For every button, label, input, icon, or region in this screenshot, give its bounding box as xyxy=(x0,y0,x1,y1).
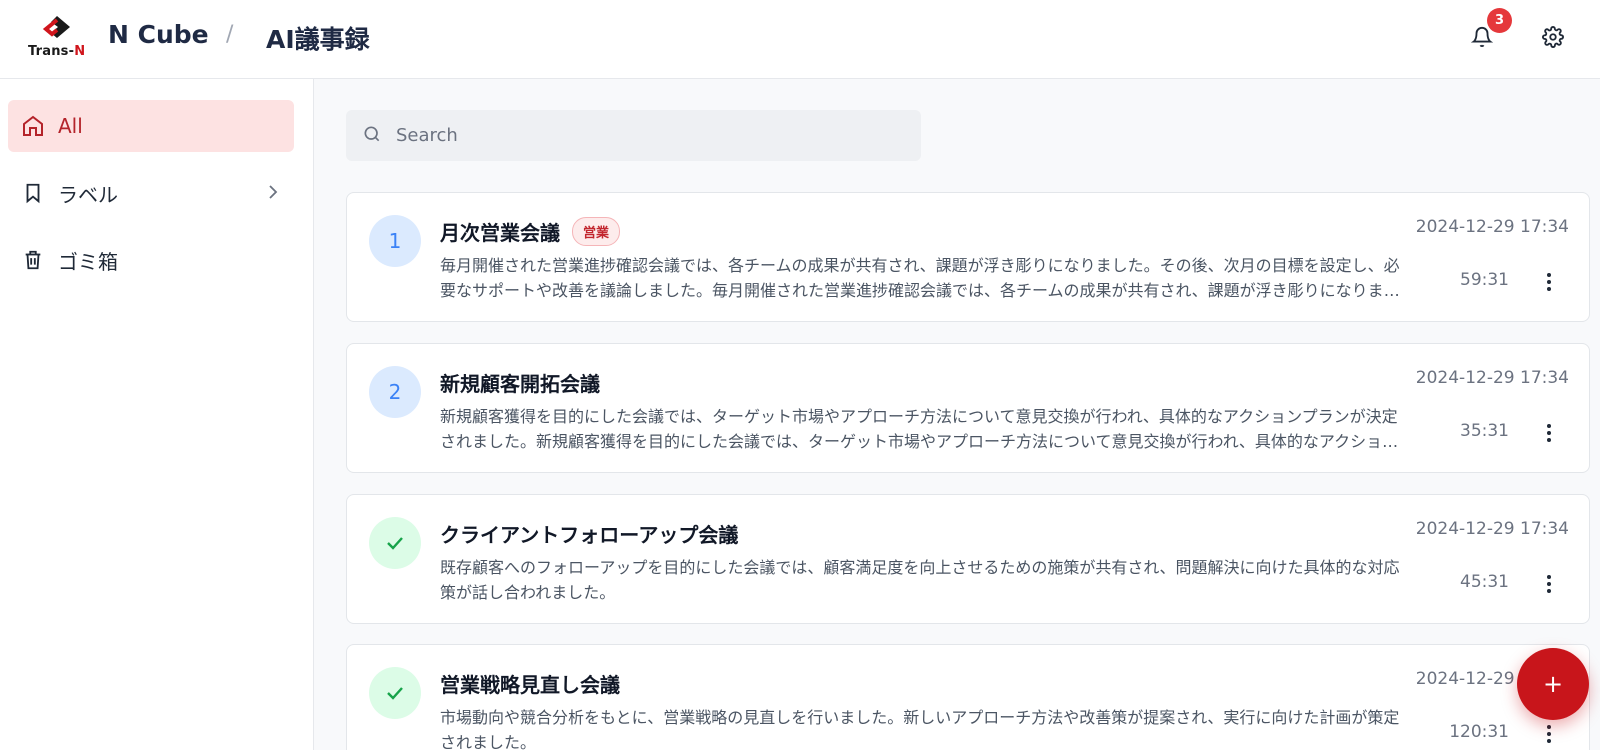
settings-button[interactable] xyxy=(1535,19,1571,55)
meeting-title-row: 営業戦略見直し会議 xyxy=(440,669,620,698)
meeting-card[interactable]: クライアントフォローアップ会議 既存顧客へのフォローアップを目的にした会議では、… xyxy=(346,494,1590,624)
meeting-date: 2024-12-29 17:34 xyxy=(1415,217,1569,237)
check-icon xyxy=(387,537,403,550)
meeting-title: 月次営業会議 xyxy=(440,221,560,245)
meeting-duration: 120:31 xyxy=(1449,722,1509,742)
meeting-title-row: クライアントフォローアップ会議 xyxy=(440,519,738,548)
add-meeting-button[interactable]: + xyxy=(1517,648,1589,720)
meeting-summary: 新規顧客獲得を目的にした会議では、ターゲット市場やアプローチ方法について意見交換… xyxy=(440,407,1399,451)
sidebar-item-trash[interactable]: ゴミ箱 xyxy=(8,234,294,286)
more-vertical-icon xyxy=(1547,725,1551,743)
sidebar-item-label: ラベル xyxy=(58,182,118,207)
sidebar-item-labels[interactable]: ラベル xyxy=(8,167,294,219)
bookmark-icon xyxy=(20,180,46,206)
meeting-title: クライアントフォローアップ会議 xyxy=(440,523,739,547)
notification-badge: 3 xyxy=(1487,8,1512,33)
meeting-duration: 59:31 xyxy=(1460,270,1509,290)
plus-icon: + xyxy=(1542,670,1564,698)
meeting-title: 新規顧客開拓会議 xyxy=(440,372,600,396)
logo-text-accent: N xyxy=(74,44,86,59)
label-tag[interactable]: 営業 xyxy=(572,217,621,246)
meeting-summary: 毎月開催された営業進捗確認会議では、各チームの成果が共有され、課題が浮き彫りにな… xyxy=(440,256,1400,300)
home-icon xyxy=(20,113,46,139)
search-icon xyxy=(362,124,382,148)
trans-n-logo[interactable]: Trans-N xyxy=(26,14,90,62)
completed-avatar xyxy=(369,517,421,569)
meeting-date: 2024-12-29 17:34 xyxy=(1415,519,1569,539)
sidebar-item-label: ゴミ箱 xyxy=(58,249,118,274)
more-vertical-icon xyxy=(1547,273,1551,291)
meeting-title: 営業戦略見直し会議 xyxy=(440,673,620,697)
page-title: AI議事録 xyxy=(266,25,370,54)
more-vertical-icon xyxy=(1547,575,1551,593)
search-input[interactable] xyxy=(396,125,896,146)
check-icon xyxy=(387,687,403,700)
more-vertical-icon xyxy=(1547,424,1551,442)
completed-avatar xyxy=(369,667,421,719)
sidebar-item-label: All xyxy=(58,114,83,138)
meeting-card[interactable]: 営業戦略見直し会議 市場動向や競合分析をもとに、営業戦略の見直しを行いました。新… xyxy=(346,644,1590,750)
meeting-number-avatar: 1 xyxy=(369,215,421,267)
more-options-button[interactable] xyxy=(1537,571,1561,597)
meeting-card[interactable]: 1 月次営業会議 営業 毎月開催された営業進捗確認会議では、各チームの成果が共有… xyxy=(346,192,1590,322)
meeting-summary: 市場動向や競合分析をもとに、営業戦略の見直しを行いました。新しいアプローチ方法や… xyxy=(440,708,1400,750)
logo-text-primary: Trans- xyxy=(28,44,75,59)
more-options-button[interactable] xyxy=(1537,269,1561,295)
meeting-duration: 45:31 xyxy=(1460,572,1509,592)
meeting-title-row: 新規顧客開拓会議 xyxy=(440,368,600,397)
meeting-card[interactable]: 2 新規顧客開拓会議 新規顧客獲得を目的にした会議では、ターゲット市場やアプロー… xyxy=(346,343,1590,473)
app-title[interactable]: N Cube xyxy=(108,20,209,49)
more-options-button[interactable] xyxy=(1537,420,1561,446)
trash-icon xyxy=(20,247,46,273)
gear-icon xyxy=(1542,26,1564,48)
meeting-date: 2024-12-29 17:34 xyxy=(1415,368,1569,388)
logo-mark-icon xyxy=(42,16,70,38)
search-bar[interactable] xyxy=(346,110,921,161)
meeting-summary: 既存顧客へのフォローアップを目的にした会議では、顧客満足度を向上させるための施策… xyxy=(440,558,1400,602)
more-options-button[interactable] xyxy=(1537,721,1561,747)
breadcrumb-separator: / xyxy=(226,22,234,47)
meeting-title-row: 月次営業会議 営業 xyxy=(440,217,621,246)
meeting-duration: 35:31 xyxy=(1460,421,1509,441)
meeting-number-avatar: 2 xyxy=(369,366,421,418)
chevron-right-icon xyxy=(266,183,280,205)
sidebar: All ラベル ゴミ箱 xyxy=(0,79,314,750)
top-header: Trans-N N Cube / AI議事録 3 xyxy=(0,0,1600,79)
sidebar-item-all[interactable]: All xyxy=(8,100,294,152)
logo-text: Trans-N xyxy=(28,44,85,59)
